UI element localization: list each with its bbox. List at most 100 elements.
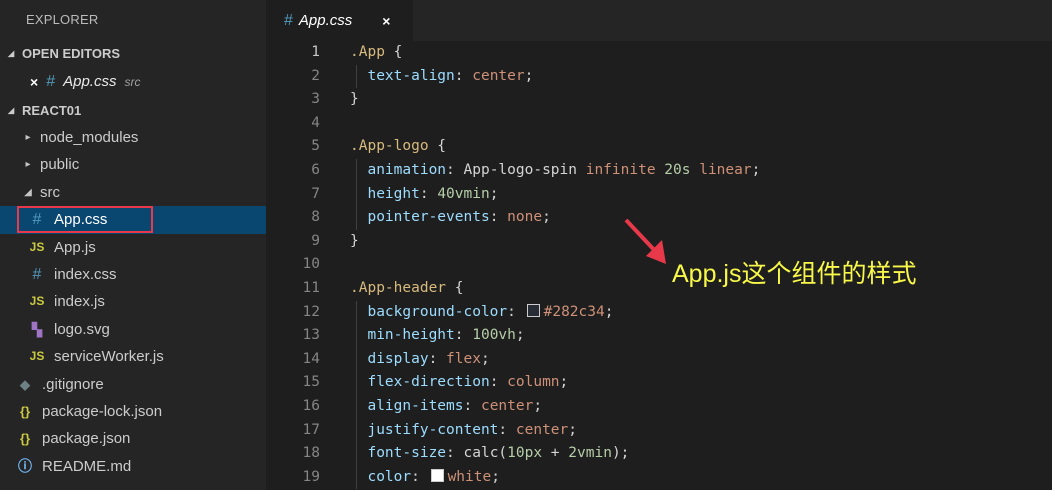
code-token: 20s: [664, 161, 700, 178]
file-item[interactable]: JS App.js: [0, 234, 266, 261]
line-source: height: 40vmin;: [320, 183, 498, 207]
line-number: 16: [302, 397, 320, 414]
project-header[interactable]: ◢ REACT01: [0, 97, 266, 124]
tree-item-label: index.css: [54, 265, 117, 283]
file-item[interactable]: JS serviceWorker.js: [0, 343, 266, 370]
file-item[interactable]: JS index.js: [0, 288, 266, 315]
code-token: {: [446, 279, 464, 296]
open-editor-folder: src: [124, 75, 141, 89]
code-line: 15 flex-direction: column;: [266, 371, 1052, 395]
code-token: :: [489, 374, 508, 391]
tree-item-label: package.json: [42, 430, 131, 448]
code-line: 12 background-color: #282c34;: [266, 301, 1052, 325]
json-file-icon: {}: [19, 403, 31, 419]
open-editors-header[interactable]: ◢ OPEN EDITORS: [0, 40, 266, 67]
code-token: :: [454, 327, 473, 344]
line-number: 1: [311, 44, 320, 60]
code-token: align-items: [350, 397, 464, 414]
line-number: 15: [302, 374, 320, 391]
tree-item-label: App.js: [54, 238, 96, 256]
line-source: pointer-events: none;: [320, 206, 550, 230]
color-swatch[interactable]: [526, 304, 540, 318]
line-source: display: flex;: [320, 348, 489, 372]
line-number: 5: [311, 138, 320, 155]
indent-guide: [356, 159, 357, 230]
json-file-icon: {}: [19, 431, 31, 447]
explorer-sidebar: EXPLORER ◢ OPEN EDITORS × # App.css src …: [0, 0, 266, 490]
tree-item-label: index.js: [54, 293, 105, 311]
code-token: ;: [489, 185, 499, 202]
line-source: justify-content: center;: [320, 419, 577, 443]
open-editor-item[interactable]: × # App.css src: [0, 67, 266, 97]
tree-item-label: .gitignore: [42, 375, 104, 393]
code-line: 19 color: white;: [266, 466, 1052, 490]
folder-item[interactable]: ◢ src: [0, 179, 266, 206]
code-token: :: [463, 397, 481, 414]
code-token: white: [447, 468, 492, 485]
code-line: 13 min-height: 100vh;: [266, 324, 1052, 348]
code-token: justify-content: [350, 421, 499, 438]
code-token: ;: [515, 327, 525, 344]
tree-item-label: public: [40, 156, 80, 174]
file-item[interactable]: ◆ .gitignore: [0, 371, 266, 398]
code-line: 1 .App {: [266, 41, 1052, 65]
line-number: 19: [302, 468, 320, 485]
tree-item-label: serviceWorker.js: [54, 348, 164, 366]
code-line: 17 justify-content: center;: [266, 419, 1052, 443]
git-file-icon: ◆: [20, 376, 30, 392]
code-line: 4: [266, 112, 1052, 136]
css-file-icon: #: [32, 265, 42, 283]
color-swatch[interactable]: [430, 469, 444, 483]
code-token: :: [498, 421, 516, 438]
close-icon[interactable]: ×: [30, 67, 38, 97]
annotation-text: App.js这个组件的样式: [672, 260, 917, 288]
code-token: :: [446, 161, 464, 178]
code-token: :: [428, 350, 447, 367]
code-token: infinite: [585, 161, 665, 178]
file-item[interactable]: ▚ logo.svg: [0, 316, 266, 343]
code-line: 6 animation: App-logo-spin infinite 20s …: [266, 159, 1052, 183]
code-token: 100vh: [472, 327, 516, 344]
code-token: ;: [524, 67, 534, 84]
line-source: flex-direction: column;: [320, 371, 568, 395]
folder-item[interactable]: ▸ public: [0, 151, 266, 178]
red-highlight-box: [17, 206, 153, 234]
file-item[interactable]: # App.css: [0, 206, 266, 234]
code-token: pointer-events: [350, 209, 490, 226]
line-source: font-size: calc(10px + 2vmin);: [320, 442, 629, 466]
close-icon[interactable]: ×: [382, 13, 390, 29]
folder-item[interactable]: ▸ node_modules: [0, 124, 266, 151]
file-item[interactable]: ⓘ README.md: [0, 453, 266, 480]
code-line: 7 height: 40vmin;: [266, 183, 1052, 207]
tree-item-label: node_modules: [40, 129, 139, 146]
indent-guide: [356, 300, 357, 490]
indent-guide: [356, 64, 357, 89]
js-file-icon: JS: [29, 349, 45, 364]
code-token: {: [428, 138, 447, 155]
css-file-icon: #: [46, 73, 56, 90]
code-token: color: [350, 468, 412, 485]
chevron-right-icon: ▸: [25, 159, 31, 171]
line-number: 13: [302, 327, 320, 344]
file-item[interactable]: {} package.json: [0, 425, 266, 452]
line-number: 14: [302, 350, 320, 367]
code-token: #282c34: [543, 303, 605, 320]
code-token: :: [489, 209, 508, 226]
code-token: :: [454, 67, 473, 84]
tab-app-css[interactable]: # App.css ×: [266, 0, 413, 41]
file-item[interactable]: # index.css: [0, 261, 266, 288]
code-token: center: [472, 67, 525, 84]
code-token: center: [480, 397, 534, 414]
code-line: 18 font-size: calc(10px + 2vmin);: [266, 442, 1052, 466]
line-number: 17: [302, 421, 320, 438]
code-token: ;: [751, 161, 761, 178]
file-item[interactable]: {} package-lock.json: [0, 398, 266, 425]
tree-item-label: logo.svg: [54, 320, 110, 338]
code-token: ;: [491, 468, 500, 485]
code-token: flex: [446, 350, 481, 367]
line-source: }: [320, 88, 359, 112]
code-line: 11 .App-header {: [266, 277, 1052, 301]
line-number: 6: [311, 161, 320, 178]
code-token: height: [350, 185, 420, 202]
code-line: 2 text-align: center;: [266, 65, 1052, 89]
